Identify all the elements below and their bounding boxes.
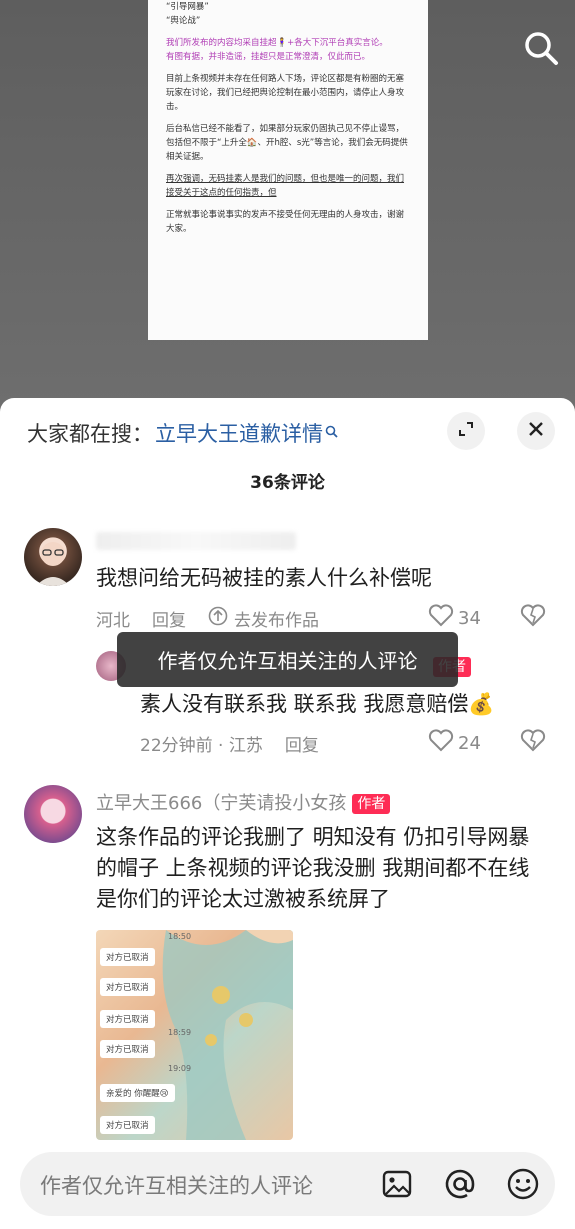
chat-bubble: 对方已取消 [100, 1040, 155, 1058]
broken-heart-icon [520, 729, 546, 757]
share-up-icon [208, 606, 228, 631]
author-badge: 作者 [352, 794, 391, 814]
chat-bubble: 对方已取消 [100, 978, 155, 996]
chat-bubble: 对方已取消 [100, 948, 155, 966]
dislike-button[interactable] [520, 604, 546, 632]
comment-text: 我想问给无码被挂的素人什么补偿呢 [96, 566, 432, 590]
reply-button[interactable]: 回复 [285, 731, 319, 756]
chat-bubble: 对方已取消 [100, 1116, 155, 1134]
trending-prefix: 大家都在搜： [27, 422, 153, 446]
comment-input-bar[interactable]: 作者仅允许互相关注的人评论 [20, 1152, 555, 1216]
doc-line: “舆论战” [166, 16, 201, 26]
video-background[interactable]: “引导网暴” “舆论战” 我们所发布的内容均采自挂超🧍‍♀️+各大下沉平台真实言… [0, 0, 575, 410]
like-count: 34 [458, 608, 481, 629]
publish-work-button[interactable]: 去发布作品 [208, 606, 341, 631]
comment-author-name[interactable]: 立早大王666（宁芙请投小女孩 作者 [96, 789, 391, 815]
publish-work-label: 去发布作品 [234, 611, 319, 631]
expand-icon [457, 420, 475, 442]
heart-icon [428, 604, 454, 633]
comment-meta: 22分钟前 · 江苏 回复 [140, 731, 341, 756]
blurred-username [96, 532, 296, 550]
comment-text: 这条作品的评论我删了 明知没有 仍扣引导网暴的帽子 上条视频的评论我没删 我期间… [96, 825, 530, 911]
like-button[interactable]: 34 [428, 604, 481, 633]
comment-location: 河北 [96, 611, 130, 631]
comment-image[interactable]: 18:50 对方已取消 对方已取消 对方已取消 18:59 对方已取消 19:0… [96, 930, 293, 1140]
doc-line: 我们所发布的内容均采自挂超🧍‍♀️+各大下沉平台真实言论。 [166, 38, 388, 48]
chat-time: 19:09 [168, 1064, 192, 1073]
comment-time-location: 22分钟前 · 江苏 [140, 736, 263, 756]
reply-button[interactable]: 回复 [152, 606, 186, 631]
doc-line: “引导网暴” [166, 2, 209, 12]
comment-meta: 河北 回复 去发布作品 [96, 606, 363, 631]
dislike-button[interactable] [520, 729, 546, 757]
chat-time: 18:59 [168, 1028, 192, 1037]
close-icon [527, 420, 545, 442]
doc-line: 目前上条视频并未存在任何路人下场，评论区都是有粉圈的无塞玩家在讨论，我们已经把舆… [166, 74, 405, 112]
video-document-image: “引导网暴” “舆论战” 我们所发布的内容均采自挂超🧍‍♀️+各大下沉平台真实言… [148, 0, 428, 340]
avatar[interactable] [24, 528, 82, 586]
search-small-icon [325, 425, 338, 442]
trending-query-link[interactable]: 立早大王道歉详情 [155, 418, 323, 448]
broken-heart-icon [520, 604, 546, 632]
comments-count-title: 36条评论 [250, 473, 325, 493]
comment-text: 素人没有联系我 联系我 我愿意赔偿💰 [140, 692, 495, 716]
like-count: 24 [458, 733, 481, 754]
image-icon[interactable] [379, 1166, 415, 1202]
comment-input[interactable]: 作者仅允许互相关注的人评论 [40, 1170, 313, 1200]
chat-bubble: 对方已取消 [100, 1010, 155, 1028]
doc-line: 后台私信已经不能看了，如果部分玩家仍固执己见不停止谩骂，包括但不限于“上升全🏠、… [166, 124, 408, 162]
heart-icon [428, 729, 454, 758]
close-button[interactable] [517, 412, 555, 450]
trending-search[interactable]: 大家都在搜： 立早大王道歉详情 [27, 418, 338, 448]
emoji-icon[interactable] [505, 1166, 541, 1202]
expand-button[interactable] [447, 412, 485, 450]
chat-time: 18:50 [168, 932, 192, 941]
avatar[interactable] [24, 785, 82, 843]
search-icon[interactable] [523, 30, 559, 66]
chat-bubble: 亲爱的 你醒醒😢 [100, 1084, 175, 1102]
toast-message: 作者仅允许互相关注的人评论 [117, 632, 458, 687]
doc-line: 正常就事论事说事实的发声不接受任何无理由的人身攻击，谢谢大家。 [166, 210, 405, 234]
doc-line: 再次强调，无码挂素人是我们的问题，但也是唯一的问题，我们接受关于这点的任何指责，… [166, 174, 405, 198]
mention-icon[interactable] [442, 1166, 478, 1202]
doc-line: 有图有据，并非造谣，挂超只是正常澄清，仅此而已。 [166, 52, 371, 62]
like-button[interactable]: 24 [428, 729, 481, 758]
